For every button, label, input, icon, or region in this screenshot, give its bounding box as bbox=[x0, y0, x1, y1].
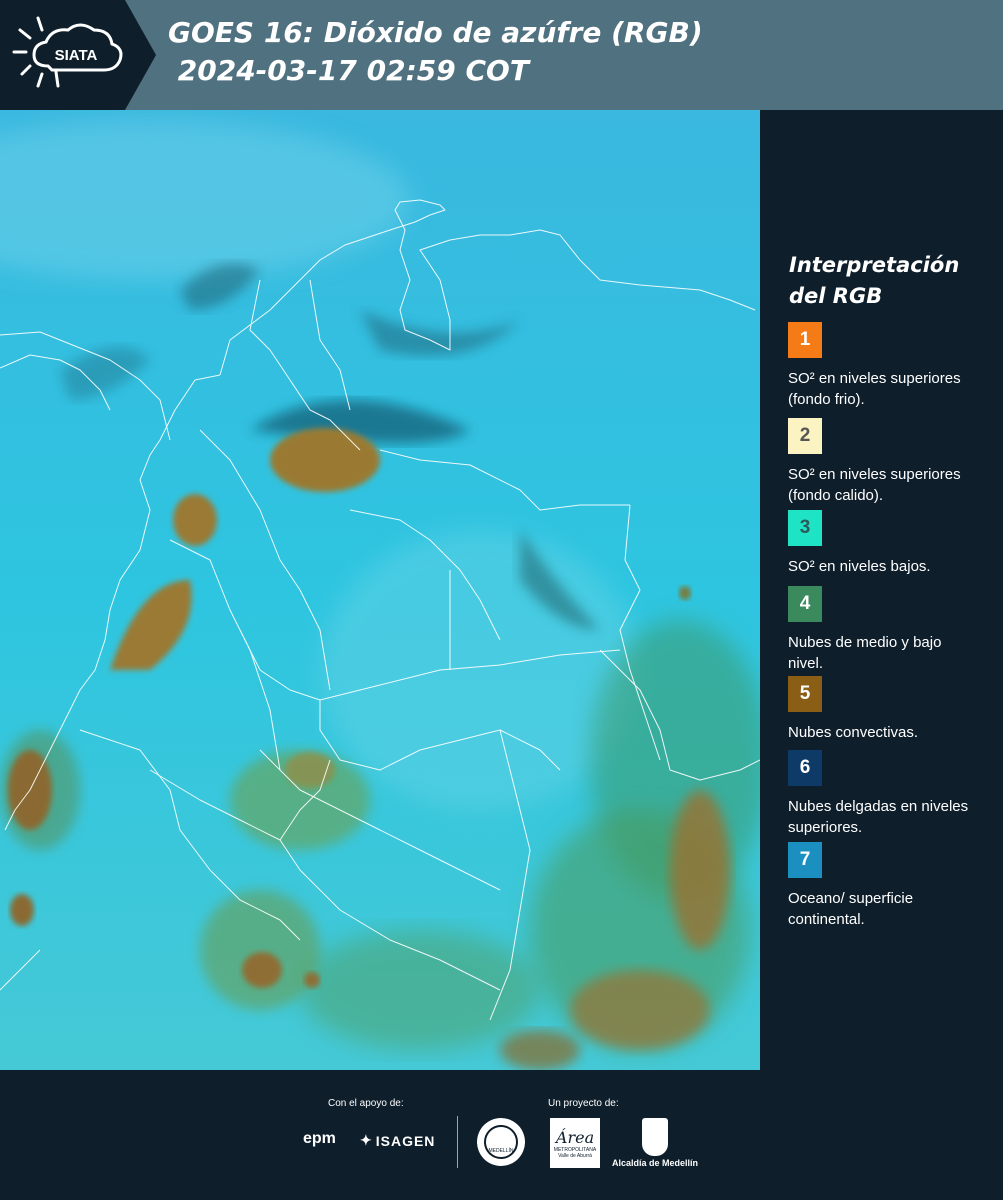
satellite-map bbox=[0, 110, 760, 1070]
isagen-icon: ✦ bbox=[360, 1132, 373, 1148]
legend-item-7: 7 Oceano/ superficie continental. bbox=[788, 842, 998, 930]
legend-swatch-7: 7 bbox=[788, 842, 822, 878]
title-line-2: 2024-03-17 02:59 COT bbox=[168, 54, 529, 87]
legend-item-5: 5 Nubes convectivas. bbox=[788, 676, 998, 743]
area-title: Área bbox=[555, 1128, 595, 1147]
legend-text-1: SO² en niveles superiores (fondo frio). bbox=[788, 370, 961, 408]
legend-swatch-5: 5 bbox=[788, 676, 822, 712]
seal-text: MEDELLÍN bbox=[488, 1148, 514, 1154]
legend-swatch-4: 4 bbox=[788, 586, 822, 622]
footer-sponsors: Con el apoyo de: Un proyecto de: epm ✦ IS… bbox=[0, 1070, 1003, 1200]
legend-title: Interpretación del RGB bbox=[789, 253, 960, 308]
legend-swatch-1: 1 bbox=[788, 322, 822, 358]
legend-text-5: Nubes convectivas. bbox=[788, 724, 919, 741]
legend-panel: Interpretación del RGB 1 SO² en niveles … bbox=[760, 110, 1003, 1070]
support-label: Con el apoyo de: bbox=[328, 1098, 404, 1109]
legend-text-4: Nubes de medio y bajo nivel. bbox=[788, 634, 942, 672]
legend-item-1: 1 SO² en niveles superiores (fondo frio)… bbox=[788, 322, 998, 410]
legend-item-4: 4 Nubes de medio y bajo nivel. bbox=[788, 586, 998, 674]
legend-text-7: Oceano/ superficie continental. bbox=[788, 890, 914, 928]
logo-text: SIATA bbox=[55, 47, 98, 64]
alcaldia-shield-icon bbox=[642, 1118, 668, 1156]
project-label: Un proyecto de: bbox=[548, 1098, 619, 1109]
footer-divider bbox=[457, 1116, 458, 1168]
alcaldia-label: Alcaldía de Medellín bbox=[612, 1158, 699, 1168]
header-bar: SIATA GOES 16: Dióxido de azúfre (RGB) 2… bbox=[0, 0, 1003, 110]
title-line-1: GOES 16: Dióxido de azúfre (RGB) bbox=[168, 16, 703, 49]
page-title: GOES 16: Dióxido de azúfre (RGB) 2024-03… bbox=[168, 14, 703, 90]
legend-item-6: 6 Nubes delgadas en niveles superiores. bbox=[788, 750, 998, 838]
legend-text-3: SO² en niveles bajos. bbox=[788, 558, 931, 575]
legend-item-2: 2 SO² en niveles superiores (fondo calid… bbox=[788, 418, 998, 506]
siata-logo: SIATA bbox=[0, 0, 156, 110]
legend-item-3: 3 SO² en niveles bajos. bbox=[788, 510, 998, 577]
isagen-logo: ✦ ISAGEN bbox=[360, 1132, 436, 1149]
area-metropolitana-logo: Área METROPOLITANA Valle de Aburrá bbox=[550, 1118, 600, 1168]
epm-logo: epm bbox=[303, 1130, 336, 1147]
legend-swatch-6: 6 bbox=[788, 750, 822, 786]
medellin-seal-icon: MEDELLÍN bbox=[477, 1118, 525, 1166]
area-subtitle: METROPOLITANA Valle de Aburrá bbox=[553, 1147, 597, 1159]
legend-swatch-2: 2 bbox=[788, 418, 822, 454]
legend-swatch-3: 3 bbox=[788, 510, 822, 546]
rgb-satellite-image bbox=[0, 110, 760, 1070]
legend-text-6: Nubes delgadas en niveles superiores. bbox=[788, 798, 969, 836]
legend-text-2: SO² en niveles superiores (fondo calido)… bbox=[788, 466, 961, 504]
